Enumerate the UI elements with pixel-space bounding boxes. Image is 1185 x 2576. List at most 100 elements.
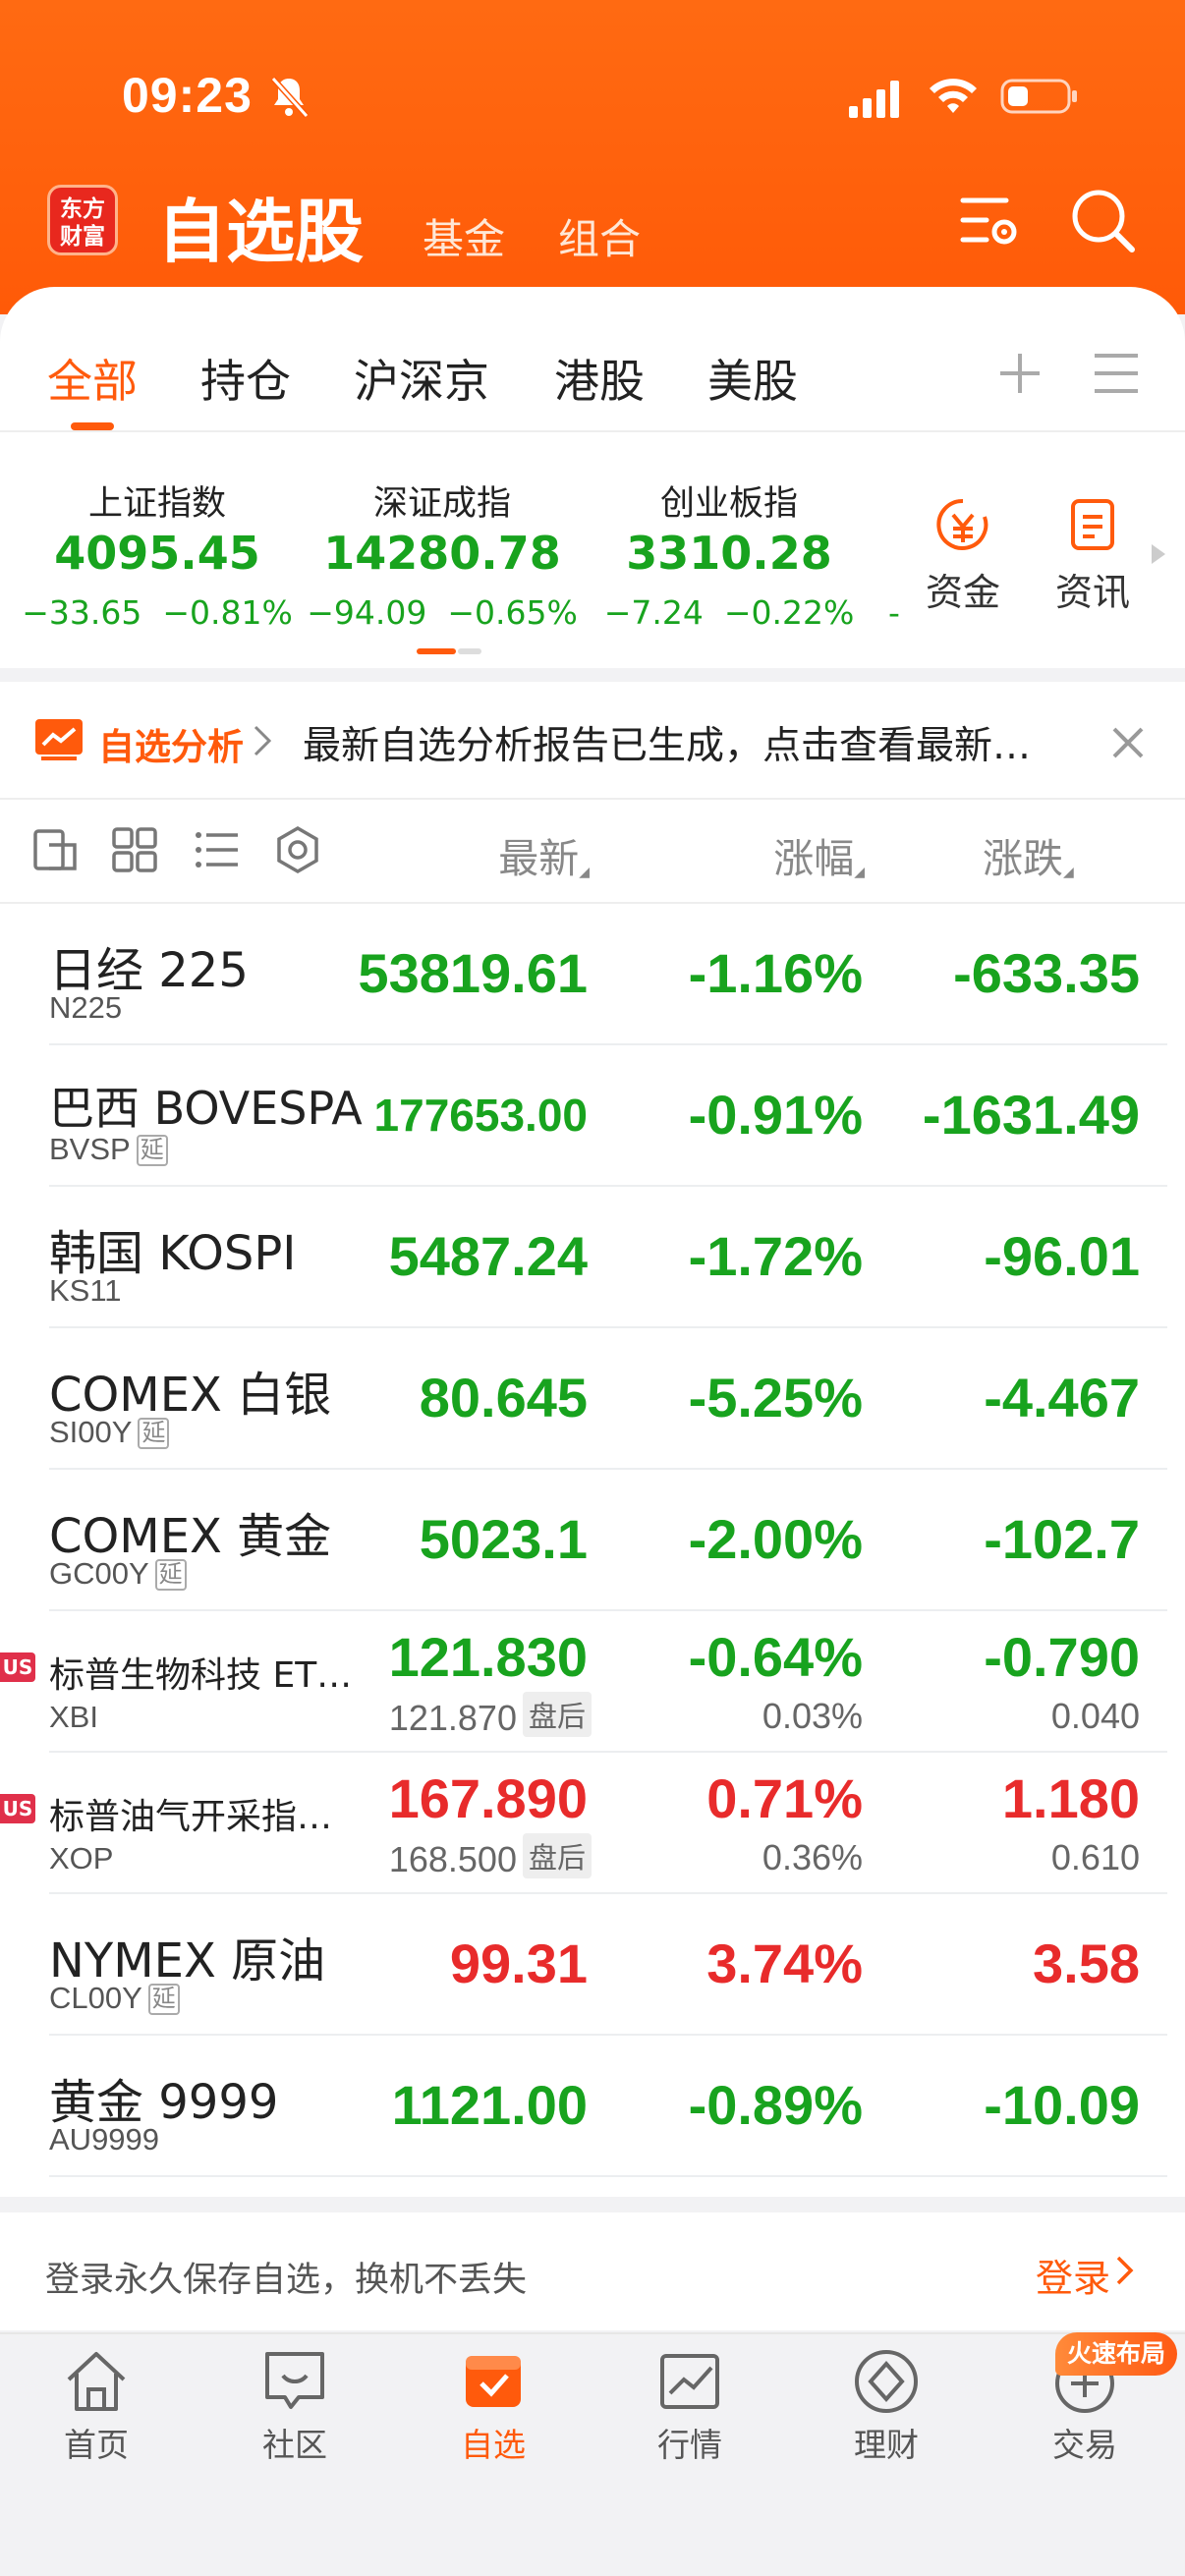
row-pct: -1.16% xyxy=(688,942,863,1004)
row-chg: -4.467 xyxy=(984,1367,1140,1428)
row-name: 标普油气开采指… xyxy=(49,1797,333,1837)
row-after-chg: 0.040 xyxy=(1050,1696,1140,1736)
home-icon[interactable] xyxy=(61,2346,132,2417)
row-latest: 1121.00 xyxy=(391,2074,588,2136)
row-latest: 80.645 xyxy=(419,1367,588,1428)
promo-badge[interactable]: 火速布局 xyxy=(1055,2332,1177,2376)
row-code: BVSP 延 xyxy=(49,1132,168,1167)
trend-icon xyxy=(35,719,83,760)
tab-holdings[interactable]: 持仓 xyxy=(200,346,291,411)
chevron-right-icon xyxy=(254,725,272,756)
yuan-icon[interactable] xyxy=(933,495,992,554)
row-pct: -5.25% xyxy=(688,1367,863,1428)
col-chg[interactable]: 涨跌◢ xyxy=(983,825,1140,884)
tab-portfolio[interactable]: 组合 xyxy=(558,206,641,266)
divider xyxy=(0,668,1185,682)
scroll-right-icon[interactable] xyxy=(1150,542,1167,566)
page-title: 自选股 xyxy=(157,192,364,272)
row-chg: 1.180 xyxy=(1001,1767,1140,1829)
us-market-badge: US xyxy=(0,1652,35,1682)
row-code: N225 xyxy=(49,990,123,1025)
row-latest: 167.890 xyxy=(388,1767,588,1829)
tab-us[interactable]: 美股 xyxy=(707,346,798,411)
banner-tag[interactable]: 自选分析 xyxy=(98,717,244,770)
diamond-icon[interactable] xyxy=(851,2346,922,2417)
row-latest: 53819.61 xyxy=(358,942,588,1004)
tab-all[interactable]: 全部 xyxy=(47,346,138,411)
nav-market[interactable]: 行情 xyxy=(611,2419,768,2466)
shortcut-funds[interactable]: 资金 xyxy=(926,562,1000,616)
index-value[interactable]: 4095.45 xyxy=(20,527,295,580)
signal-icon xyxy=(849,81,899,118)
row-code: CL00Y 延 xyxy=(49,1981,180,2016)
active-tab-indicator xyxy=(71,422,114,430)
nav-watchlist[interactable]: 自选 xyxy=(415,2419,572,2466)
settings-list-icon[interactable] xyxy=(957,187,1024,253)
row-code: AU9999 xyxy=(49,2122,160,2156)
menu-icon[interactable] xyxy=(1091,350,1142,397)
delay-tag: 延 xyxy=(138,1418,170,1449)
row-code: XOP xyxy=(49,1841,114,1876)
col-latest[interactable]: 最新◢ xyxy=(413,825,590,884)
row-code: XBI xyxy=(49,1700,98,1734)
index-value[interactable]: 14280.78 xyxy=(305,527,580,580)
nav-wealth[interactable]: 理财 xyxy=(808,2419,965,2466)
nav-trade[interactable]: 交易 xyxy=(1006,2419,1163,2466)
row-latest: 5487.24 xyxy=(388,1225,588,1287)
row-pct: 0.71% xyxy=(706,1767,863,1829)
index-value[interactable]: 3310.28 xyxy=(592,527,867,580)
row-chg: -96.01 xyxy=(984,1225,1140,1287)
settings-icon[interactable] xyxy=(273,825,322,874)
row-chg: -633.35 xyxy=(953,942,1140,1004)
chart-icon[interactable] xyxy=(654,2346,725,2417)
row-latest: 5023.1 xyxy=(419,1508,588,1570)
index-overflow: - xyxy=(888,593,900,632)
watchlist-icon[interactable] xyxy=(458,2346,529,2417)
row-after-pct: 0.03% xyxy=(762,1696,863,1736)
index-change: −94.09 −0.65% xyxy=(307,593,578,632)
shortcut-news[interactable]: 资讯 xyxy=(1055,562,1130,616)
index-change: −33.65 −0.81% xyxy=(22,593,293,632)
row-code: KS11 xyxy=(49,1273,122,1308)
banner-text[interactable]: 最新自选分析报告已生成，点击查看最新… xyxy=(303,715,1089,770)
after-hours-tag: 盘后 xyxy=(522,1833,592,1878)
row-chg: 3.58 xyxy=(1033,1932,1140,1994)
chat-icon[interactable] xyxy=(259,2346,330,2417)
row-pct: -2.00% xyxy=(688,1508,863,1570)
row-chg: -102.7 xyxy=(984,1508,1140,1570)
row-pct: -1.72% xyxy=(688,1225,863,1287)
app-logo: 东方 财富 xyxy=(47,185,118,255)
battery-icon xyxy=(1000,79,1077,114)
col-pct[interactable]: 涨幅◢ xyxy=(688,825,865,884)
row-chg: -0.790 xyxy=(984,1626,1140,1688)
news-icon[interactable] xyxy=(1063,495,1122,554)
tab-hk[interactable]: 港股 xyxy=(554,346,645,411)
row-pct: -0.91% xyxy=(688,1084,863,1146)
row-latest: 177653.00 xyxy=(373,1090,588,1141)
close-icon[interactable] xyxy=(1108,723,1148,762)
login-button[interactable]: 登录 xyxy=(1036,2248,1110,2302)
status-time: 09:23 xyxy=(122,68,253,123)
tab-funds[interactable]: 基金 xyxy=(423,206,505,266)
after-hours-tag: 盘后 xyxy=(522,1692,592,1737)
edit-list-icon[interactable] xyxy=(31,825,81,874)
grid-icon[interactable] xyxy=(110,825,159,874)
index-name[interactable]: 深证成指 xyxy=(314,476,570,526)
nav-community[interactable]: 社区 xyxy=(216,2419,373,2466)
row-after-chg: 0.610 xyxy=(1050,1837,1140,1877)
wifi-icon xyxy=(930,79,977,113)
page-indicator xyxy=(417,648,481,654)
add-icon[interactable] xyxy=(992,346,1047,401)
search-icon[interactable] xyxy=(1069,187,1136,253)
divider xyxy=(0,2197,1185,2212)
row-code: GC00Y 延 xyxy=(49,1556,187,1592)
row-pct: 3.74% xyxy=(706,1932,863,1994)
chevron-right-icon[interactable] xyxy=(1114,2254,1136,2287)
list-view-icon[interactable] xyxy=(193,825,242,874)
tab-hs[interactable]: 沪深京 xyxy=(354,346,489,411)
nav-home[interactable]: 首页 xyxy=(18,2419,175,2466)
index-name[interactable]: 创业板指 xyxy=(601,476,857,526)
index-change: −7.24 −0.22% xyxy=(603,593,855,632)
index-name[interactable]: 上证指数 xyxy=(29,476,285,526)
login-prompt-text: 登录永久保存自选，换机不丢失 xyxy=(45,2261,528,2300)
